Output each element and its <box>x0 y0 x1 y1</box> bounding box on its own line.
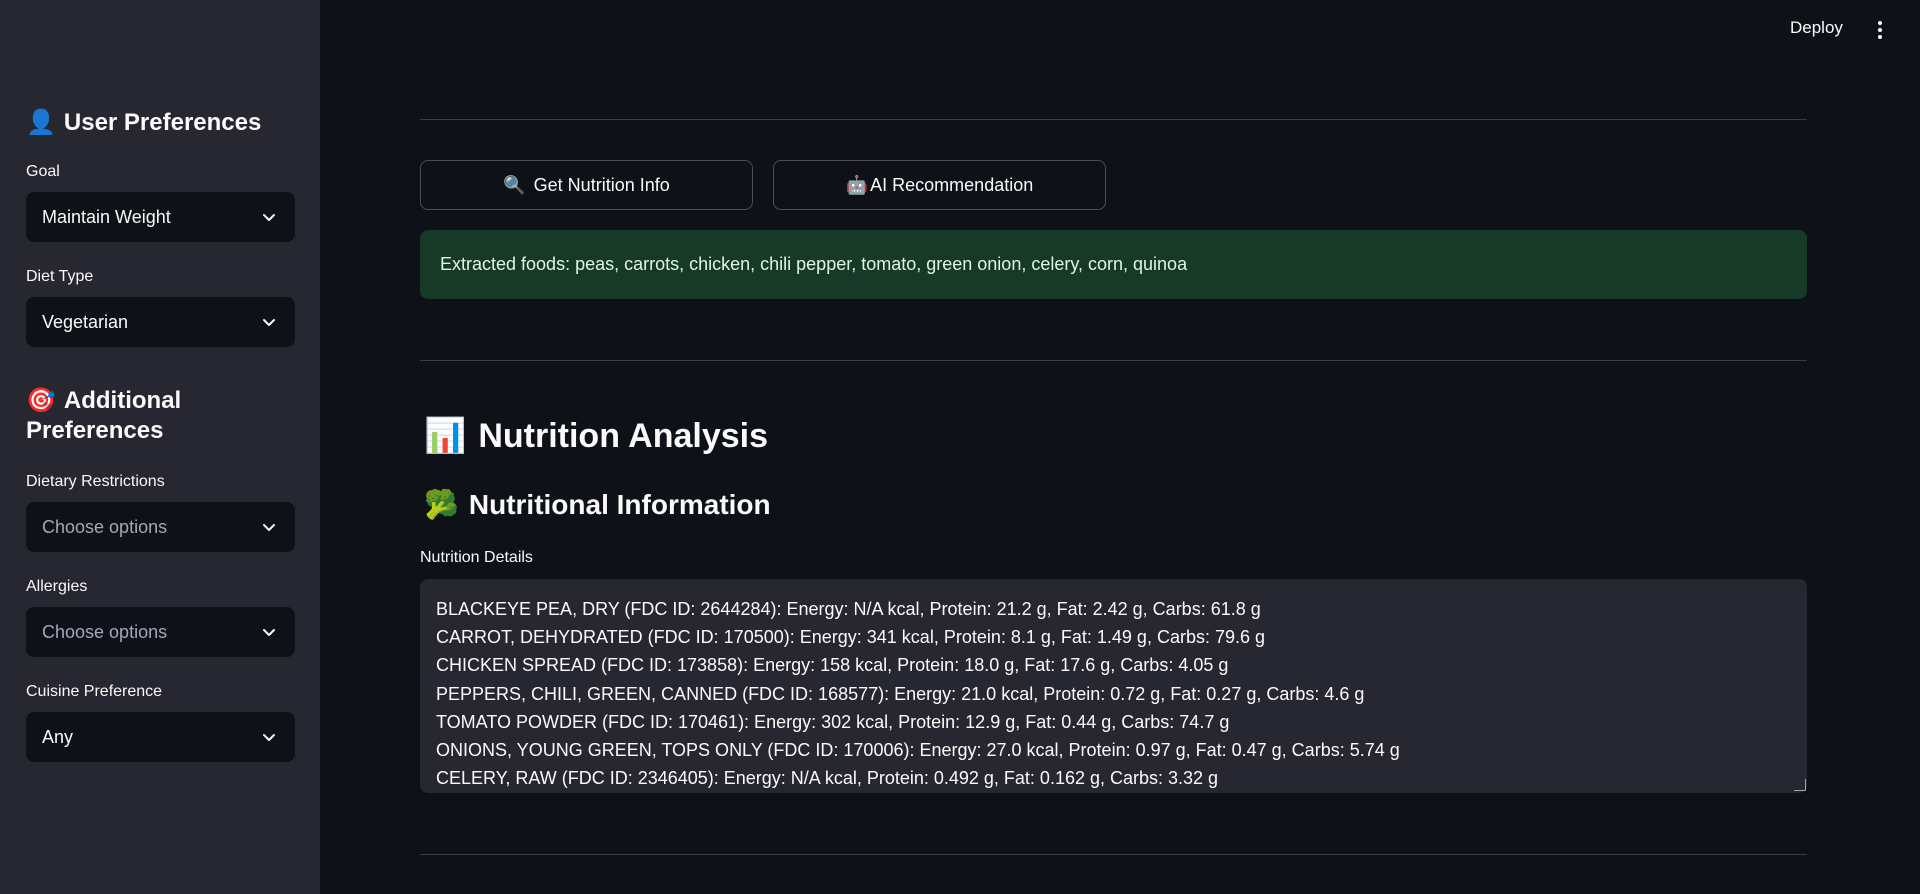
divider-middle <box>420 360 1807 361</box>
chevron-down-icon <box>263 319 275 326</box>
additional-preferences-heading: 🎯 Additional Preferences <box>26 386 296 446</box>
nutritional-information-heading: 🥦 Nutritional Information <box>424 488 771 521</box>
nutrition-detail-line: CARROT, DEHYDRATED (FDC ID: 170500): Ene… <box>436 627 1266 648</box>
divider-top <box>420 119 1807 120</box>
chevron-down-icon <box>263 214 275 221</box>
dietary-restrictions-multiselect[interactable]: Choose options <box>26 502 295 552</box>
allergies-multiselect[interactable]: Choose options <box>26 607 295 657</box>
robot-icon: 🤖 <box>845 174 869 195</box>
app-root: 👤 User Preferences Goal Maintain Weight D… <box>0 0 1920 894</box>
broccoli-icon: 🥦 <box>424 489 459 520</box>
chevron-down-icon <box>263 524 275 531</box>
goal-select-value: Maintain Weight <box>42 206 171 227</box>
user-preferences-heading: 👤 User Preferences <box>26 108 296 138</box>
user-preferences-title: User Preferences <box>63 109 262 136</box>
nutrition-analysis-title: Nutrition Analysis <box>478 416 769 455</box>
cuisine-preference-select[interactable]: Any <box>26 712 295 762</box>
target-icon: 🎯 <box>26 387 56 414</box>
more-options-icon[interactable] <box>1872 18 1888 42</box>
diet-type-select-value: Vegetarian <box>42 311 129 332</box>
nutrition-analysis-heading: 📊 Nutrition Analysis <box>424 416 768 456</box>
cuisine-preference-value: Any <box>42 726 74 747</box>
chevron-down-icon <box>263 734 275 741</box>
allergies-label: Allergies <box>26 578 88 595</box>
nutrition-details-label: Nutrition Details <box>420 549 533 566</box>
nutrition-detail-line: TOMATO POWDER (FDC ID: 170461): Energy: … <box>436 711 1230 732</box>
get-nutrition-info-label: Get Nutrition Info <box>533 174 670 195</box>
nutrition-detail-line: CHICKEN SPREAD (FDC ID: 173858): Energy:… <box>436 655 1229 676</box>
ai-recommendation-button[interactable]: 🤖 AI Recommendation <box>773 160 1106 210</box>
deploy-button[interactable]: Deploy <box>1790 18 1843 38</box>
dietary-restrictions-label: Dietary Restrictions <box>26 473 165 490</box>
sidebar: 👤 User Preferences Goal Maintain Weight D… <box>0 0 320 894</box>
success-alert: Extracted foods: peas, carrots, chicken,… <box>420 230 1807 299</box>
ai-recommendation-label: AI Recommendation <box>870 174 1034 195</box>
magnifier-icon: 🔍 <box>503 174 526 195</box>
nutrition-details-textarea[interactable]: BLACKEYE PEA, DRY (FDC ID: 2644284): Ene… <box>420 579 1807 793</box>
nutritional-information-title: Nutritional Information <box>468 488 771 520</box>
extracted-foods-text: Extracted foods: peas, carrots, chicken,… <box>440 254 1188 274</box>
divider-bottom <box>420 854 1807 855</box>
nutrition-detail-line: CELERY, RAW (FDC ID: 2346405): Energy: N… <box>436 768 1219 789</box>
user-icon: 👤 <box>26 109 56 136</box>
nutrition-detail-line: BLACKEYE PEA, DRY (FDC ID: 2644284): Ene… <box>436 599 1261 619</box>
nutrition-detail-line: PEPPERS, CHILI, GREEN, CANNED (FDC ID: 1… <box>436 683 1365 704</box>
cuisine-preference-label: Cuisine Preference <box>26 683 163 700</box>
bar-chart-icon: 📊 <box>424 417 467 455</box>
goal-select[interactable]: Maintain Weight <box>26 192 295 242</box>
resize-handle-icon[interactable] <box>1794 779 1806 791</box>
allergies-placeholder: Choose options <box>42 621 168 642</box>
nutrition-detail-line: ONIONS, YOUNG GREEN, TOPS ONLY (FDC ID: … <box>436 740 1400 761</box>
dietary-restrictions-placeholder: Choose options <box>42 516 168 537</box>
chevron-down-icon <box>263 629 275 636</box>
diet-type-select[interactable]: Vegetarian <box>26 297 295 347</box>
diet-type-label: Diet Type <box>26 268 94 285</box>
goal-label: Goal <box>26 163 60 180</box>
get-nutrition-info-button[interactable]: 🔍 Get Nutrition Info <box>420 160 753 210</box>
